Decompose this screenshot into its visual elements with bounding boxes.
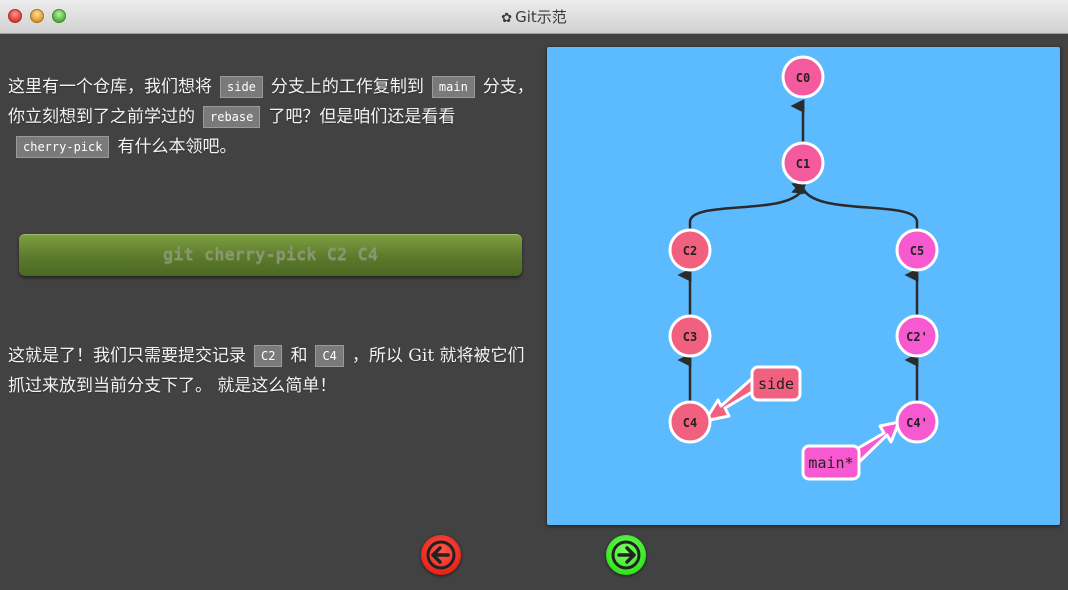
- result-text: 这就是了！我们只需要提交记录: [8, 346, 246, 366]
- branch-side[interactable]: side: [703, 365, 802, 423]
- code-rebase: rebase: [203, 106, 261, 128]
- branch-main[interactable]: main*: [801, 420, 901, 481]
- gear-icon: ✿: [501, 11, 513, 26]
- commit-c3[interactable]: C3: [668, 314, 712, 358]
- commit-c0[interactable]: C0: [781, 55, 825, 99]
- commit-c3-label: C3: [683, 330, 697, 344]
- result-paragraph: 这就是了！我们只需要提交记录 C2 和 C4 ，所以 Git 就将被它们抓过来放到当前分…: [8, 341, 536, 401]
- commit-c2-prime-label: C2': [906, 330, 928, 344]
- code-cherry-pick: cherry-pick: [16, 136, 110, 158]
- window-titlebar: ✿ Git示范: [0, 0, 1068, 34]
- commit-c4-prime-label: C4': [906, 416, 928, 430]
- run-command-button[interactable]: git cherry-pick C2 C4: [19, 234, 522, 276]
- window-title: ✿ Git示范: [0, 0, 1068, 34]
- intro-text: 这里有一个仓库，我们想将: [8, 77, 212, 97]
- git-tree-visualization: side main* C0 C1 C2 C3 C4 C5 C2' C4': [547, 47, 1060, 525]
- commit-c2[interactable]: C2: [668, 228, 712, 272]
- intro-text: 有什么本领吧。: [117, 137, 237, 157]
- side-branch-label: side: [758, 375, 794, 393]
- code-c4: C4: [315, 345, 344, 367]
- forward-button[interactable]: [606, 535, 646, 575]
- commit-c1-label: C1: [796, 157, 810, 171]
- main-branch-label: main*: [808, 454, 853, 472]
- arrow-left-icon: [426, 540, 456, 570]
- intro-paragraph: 这里有一个仓库，我们想将 side 分支上的工作复制到 main 分支，你立刻想到了之前…: [8, 72, 536, 162]
- edge-c5-c1: [791, 180, 919, 231]
- commit-c4-prime[interactable]: C4': [895, 400, 939, 444]
- back-button[interactable]: [421, 535, 461, 575]
- commit-c4-label: C4: [683, 416, 697, 430]
- intro-text: 分支上的工作复制到: [270, 77, 424, 97]
- commit-c1[interactable]: C1: [781, 141, 825, 185]
- commit-c0-label: C0: [796, 71, 810, 85]
- edge-c2-c1: [688, 181, 807, 231]
- commit-c2-label: C2: [683, 244, 697, 258]
- commit-c5-label: C5: [910, 244, 924, 258]
- intro-text: 了吧？但是咱们还是看看: [268, 107, 456, 127]
- code-side: side: [220, 76, 263, 98]
- arrow-right-icon: [611, 540, 641, 570]
- code-main: main: [431, 76, 475, 98]
- window-title-text: Git示范: [515, 8, 567, 26]
- result-text: 和: [290, 346, 308, 366]
- commit-c4[interactable]: C4: [668, 400, 712, 444]
- commit-c5[interactable]: C5: [895, 228, 939, 272]
- code-c2: C2: [254, 345, 283, 367]
- git-tree-svg: side main* C0 C1 C2 C3 C4 C5 C2' C4': [668, 55, 939, 481]
- commit-c2-prime[interactable]: C2': [895, 314, 939, 358]
